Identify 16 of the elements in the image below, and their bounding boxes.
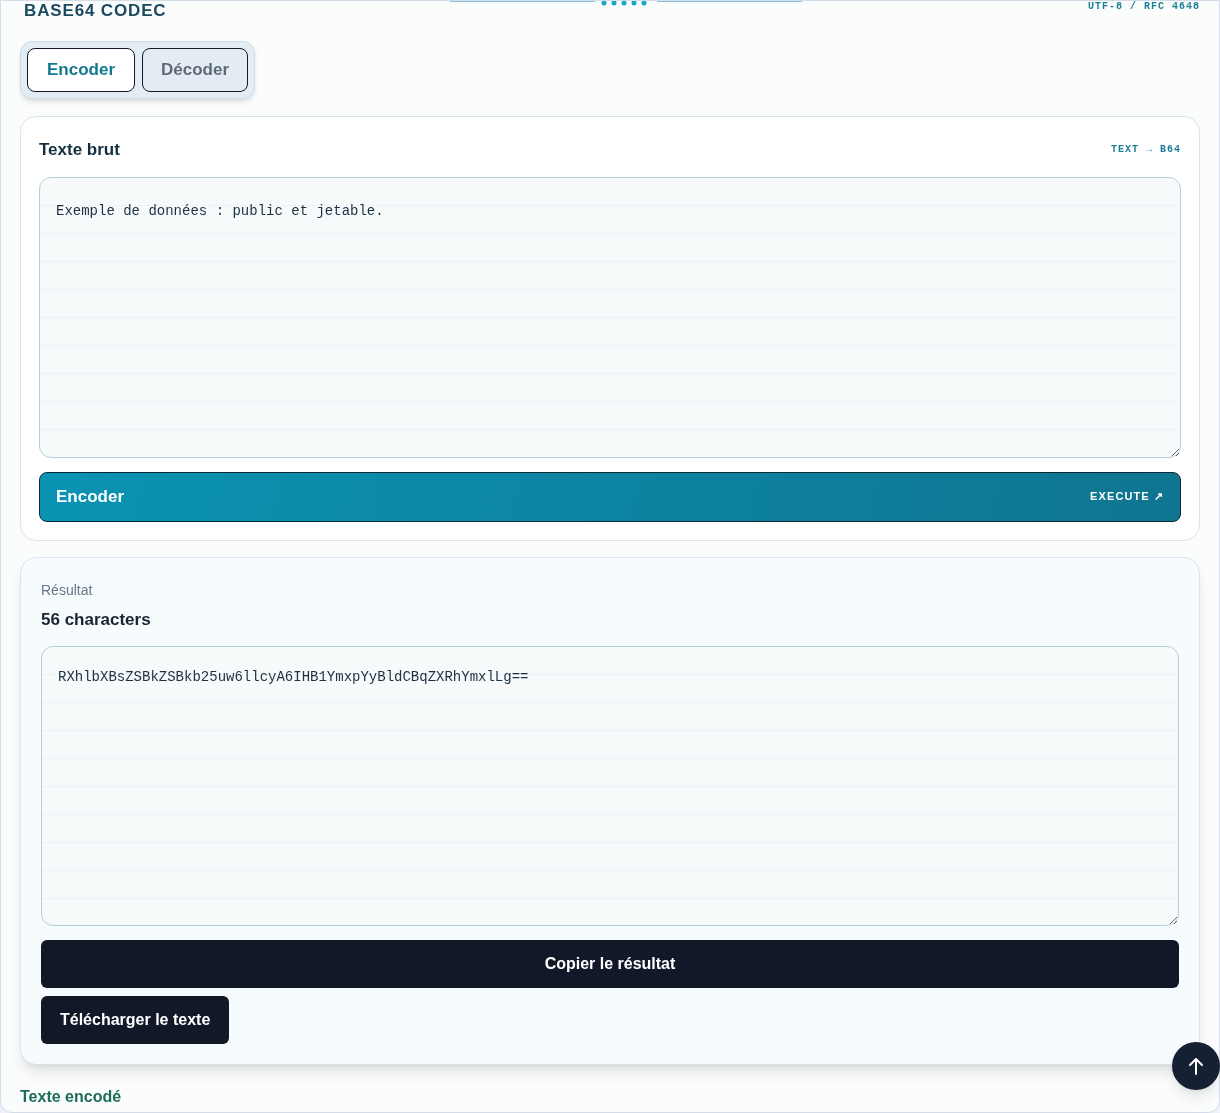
footer-label: Texte encodé (20, 1087, 122, 1107)
result-output[interactable]: RXhlbXBsZSBkZSBkb25uw6llcyA6IHB1YmxpYyBldCBqZXRhYmxlLg== (41, 646, 1179, 926)
download-button[interactable]: Télécharger le texte (41, 996, 230, 1044)
text-input[interactable]: Exemple de données : public et jetable. (39, 176, 1181, 458)
copy-button[interactable]: Copier le résultat (41, 940, 1179, 988)
mode-tab[interactable]: Décoder (142, 48, 249, 92)
result-label: Résultat (41, 580, 94, 600)
scroll-to-top-button[interactable] (1172, 1042, 1220, 1090)
standard-label: UTF-8 / RFC 4648 (1087, 1, 1200, 13)
direction-label: TEXT → B64 (1111, 143, 1181, 158)
encode-button[interactable]: Encoder EXECUTE ↗ (39, 471, 1181, 522)
character-count: 56 characters (41, 608, 152, 631)
mode-tab[interactable]: Encoder (27, 48, 136, 92)
app-title: BASE64 CODEC (24, 1, 167, 21)
arrow-up-icon (1188, 1057, 1204, 1075)
card-title: Texte brut (39, 139, 120, 161)
